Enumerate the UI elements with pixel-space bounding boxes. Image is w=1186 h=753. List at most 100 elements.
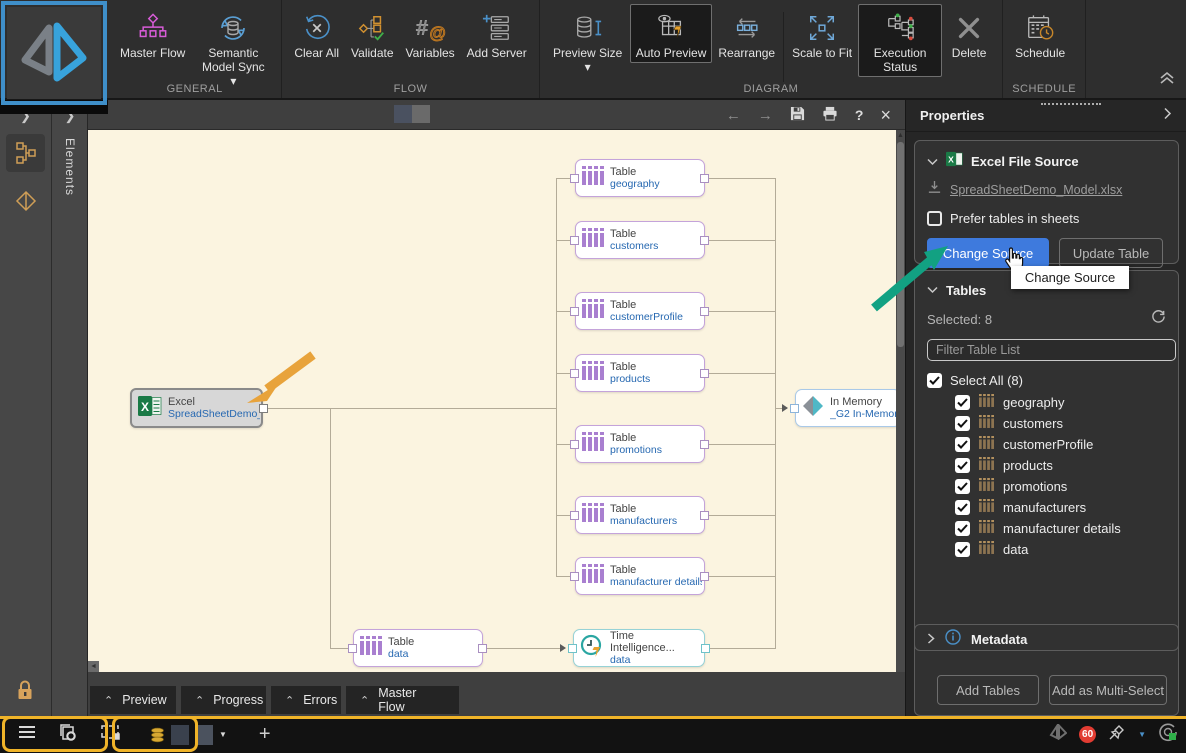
excel-source-node[interactable]: X Excel SpreadSheetDemo_... [130,388,263,428]
table-checkbox[interactable] [955,479,970,494]
table-node-customers[interactable]: Table customers [575,221,705,259]
node-port[interactable] [570,440,579,449]
table-list-item[interactable]: promotions [955,476,1166,497]
filter-table-input[interactable] [927,339,1176,361]
table-checkbox[interactable] [955,395,970,410]
semantic-model-sync-button[interactable]: Semantic Model Sync ▾ [191,4,275,91]
close-canvas-icon[interactable]: × [880,105,891,126]
node-port[interactable] [700,307,709,316]
table-node-promotions[interactable]: Table promotions [575,425,705,463]
canvas-vertical-scrollbar[interactable]: ▲ [896,130,905,672]
select-all-checkbox[interactable] [927,373,942,388]
diagram-canvas[interactable]: X Excel SpreadSheetDemo_... Tablegeograp… [88,130,905,672]
add-server-button[interactable]: Add Server [461,4,533,63]
table-checkbox[interactable] [955,458,970,473]
change-source-button[interactable]: Change Source [927,238,1049,268]
table-node-data[interactable]: Table data [353,629,483,667]
scroll-left-icon[interactable]: ◄ [88,661,99,672]
node-port[interactable] [478,644,487,653]
table-list-item[interactable]: products [955,455,1166,476]
back-icon[interactable]: ← [726,107,741,124]
scrollbar-thumb[interactable] [897,142,904,347]
flow-elements-tool[interactable] [6,134,45,172]
node-port[interactable] [700,572,709,581]
rearrange-button[interactable]: Rearrange [712,4,781,63]
pin-icon[interactable] [1108,723,1126,746]
node-port[interactable] [570,236,579,245]
node-port[interactable] [570,307,579,316]
update-table-button[interactable]: Update Table [1059,238,1163,268]
prefer-tables-checkbox[interactable] [927,211,942,226]
node-port[interactable] [700,440,709,449]
table-list-item[interactable]: customers [955,413,1166,434]
node-port[interactable] [570,511,579,520]
status-record-icon[interactable] [1158,722,1178,747]
help-icon[interactable]: ? [855,107,864,123]
delete-button[interactable]: Delete [942,4,996,63]
collapse-panel-icon[interactable] [1163,107,1172,125]
forward-icon[interactable]: → [758,107,773,124]
in-memory-node[interactable]: In Memory _G2 In-Memory [795,389,903,427]
source-file-link[interactable]: SpreadSheetDemo_Model.xlsx [950,183,1122,197]
validate-button[interactable]: Validate [345,4,399,63]
table-checkbox[interactable] [955,437,970,452]
table-list-item[interactable]: manufacturer details [955,518,1166,539]
node-port[interactable] [259,404,268,413]
node-port[interactable] [348,644,357,653]
preview-size-button[interactable]: Preview Size ▾ [546,4,630,77]
node-port[interactable] [570,572,579,581]
node-port[interactable] [701,644,710,653]
elements-panel-label[interactable]: Elements [63,138,77,196]
table-list-item[interactable]: customerProfile [955,434,1166,455]
chevron-down-icon[interactable] [927,153,938,171]
add-icon[interactable]: + [259,723,271,746]
table-checkbox[interactable] [955,542,970,557]
metadata-section[interactable]: Metadata [914,624,1179,651]
add-tables-button[interactable]: Add Tables [937,675,1039,705]
table-checkbox[interactable] [955,521,970,536]
master-flow-button[interactable]: Master Flow [114,4,191,63]
table-list-item[interactable]: geography [955,392,1166,413]
execution-status-button[interactable]: Execution Status [858,4,943,77]
node-port[interactable] [700,369,709,378]
table-node-manufacturer-details[interactable]: Tablemanufacturer details... [575,557,705,595]
lock-icon[interactable] [14,679,36,706]
time-intelligence-node[interactable]: Time Intelligence... data [573,629,705,667]
node-port[interactable] [570,369,579,378]
scale-to-fit-button[interactable]: Scale to Fit [786,4,858,63]
print-icon[interactable] [822,106,838,125]
auto-preview-button[interactable]: Auto Preview [629,4,713,63]
tab-errors[interactable]: ⌃ Errors [271,686,341,714]
scroll-up-icon[interactable]: ▲ [896,130,905,141]
tab-preview[interactable]: ⌃ Preview [90,686,176,714]
node-port[interactable] [570,174,579,183]
table-node-manufacturers[interactable]: Table manufacturers [575,496,705,534]
table-checkbox[interactable] [955,500,970,515]
table-node-geography[interactable]: Table geography [575,159,705,197]
notification-badge[interactable]: 60 [1079,726,1097,743]
save-icon[interactable] [790,106,805,125]
variables-button[interactable]: # @ Variables [400,4,461,63]
tab-master-flow[interactable]: ⌃ Master Flow [346,686,459,714]
node-port[interactable] [790,404,799,413]
node-port[interactable] [700,511,709,520]
chevron-down-icon[interactable] [927,281,938,299]
clear-all-button[interactable]: Clear All [288,4,345,63]
table-list-item[interactable]: data [955,539,1166,560]
refresh-icon[interactable] [1151,309,1166,329]
add-as-multi-select-button[interactable]: Add as Multi-Select [1049,675,1167,705]
table-checkbox[interactable] [955,416,970,431]
schedule-button[interactable]: Schedule [1009,4,1071,63]
panel-resize-grip[interactable] [1041,103,1101,105]
node-port[interactable] [568,644,577,653]
table-node-customerProfile[interactable]: Table customerProfile [575,292,705,330]
chevron-right-icon[interactable] [927,631,935,649]
table-list-item[interactable]: manufacturers [955,497,1166,518]
ribbon-collapse-button[interactable] [1158,71,1176,90]
tab-progress[interactable]: ⌃ Progress [181,686,266,714]
node-port[interactable] [700,236,709,245]
app-logo[interactable] [7,7,101,99]
semantic-model-tool[interactable] [6,182,45,220]
node-port[interactable] [700,174,709,183]
table-node-products[interactable]: Table products [575,354,705,392]
